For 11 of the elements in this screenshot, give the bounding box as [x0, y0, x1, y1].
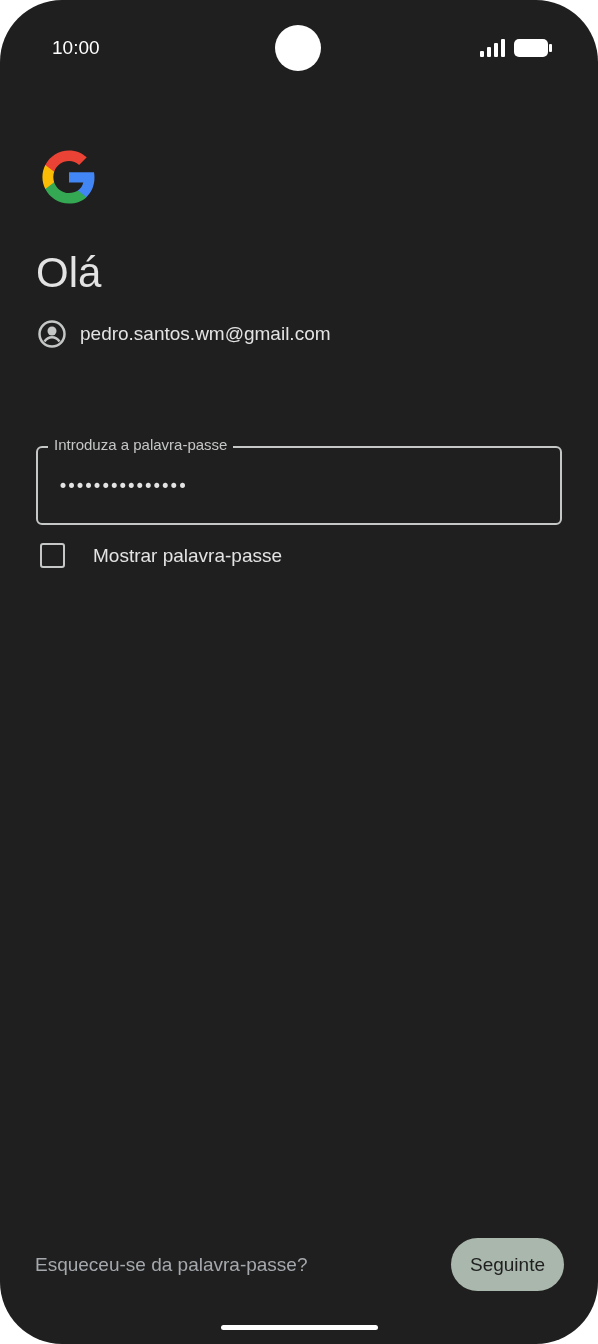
forgot-password-link[interactable]: Esqueceu-se da palavra-passe? — [35, 1253, 308, 1276]
camera-cutout — [275, 25, 321, 71]
show-password-label: Mostrar palavra-passe — [93, 544, 283, 567]
account-icon — [38, 320, 66, 348]
account-email: pedro.santos.wm@gmail.com — [80, 323, 331, 345]
battery-icon — [514, 39, 552, 57]
greeting-title: Olá — [36, 248, 103, 298]
signal-icon — [480, 39, 506, 57]
next-button[interactable]: Seguinte — [451, 1238, 564, 1291]
clock: 10:00 — [52, 37, 100, 59]
show-password-checkbox[interactable] — [40, 543, 65, 568]
